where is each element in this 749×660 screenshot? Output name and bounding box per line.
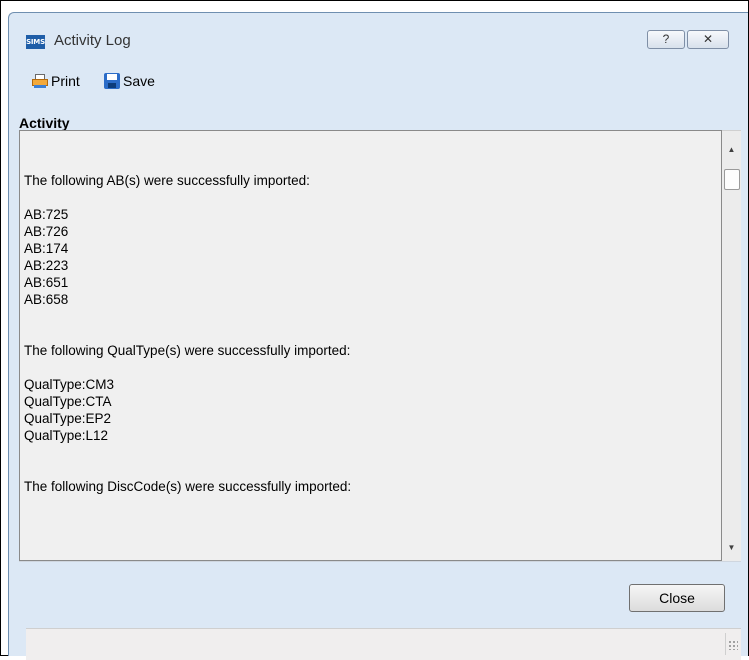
window-close-button[interactable]: ✕ [687,30,729,49]
activity-log-window: SIMS Activity Log ? ✕ Print Save Activit… [8,12,748,660]
title-bar[interactable]: SIMS Activity Log ? ✕ [9,13,748,63]
printer-icon [32,73,48,89]
resize-grip-icon[interactable] [728,640,738,650]
print-label: Print [51,73,80,89]
status-bar-divider [725,633,726,655]
status-bar [26,628,741,660]
save-label: Save [123,73,155,89]
window-title: Activity Log [54,32,131,49]
save-button[interactable]: Save [104,70,155,92]
sims-logo-icon: SIMS [26,35,45,49]
help-button[interactable]: ? [647,30,685,49]
scrollbar-thumb[interactable] [724,169,740,190]
question-mark-icon: ? [662,32,670,46]
floppy-disk-icon [104,73,120,89]
print-button[interactable]: Print [32,70,80,92]
triangle-up-icon[interactable]: ▲ [722,141,741,158]
activity-log-panel[interactable]: The following AB(s) were successfully im… [19,130,722,561]
close-icon: ✕ [702,32,714,46]
triangle-down-icon[interactable]: ▼ [722,539,741,556]
footer-divider [19,561,741,562]
close-button[interactable]: Close [629,584,725,612]
activity-section-label: Activity [19,115,70,131]
activity-log-text: The following AB(s) were successfully im… [24,173,352,494]
vertical-scrollbar[interactable]: ▲ ▼ [722,130,741,561]
